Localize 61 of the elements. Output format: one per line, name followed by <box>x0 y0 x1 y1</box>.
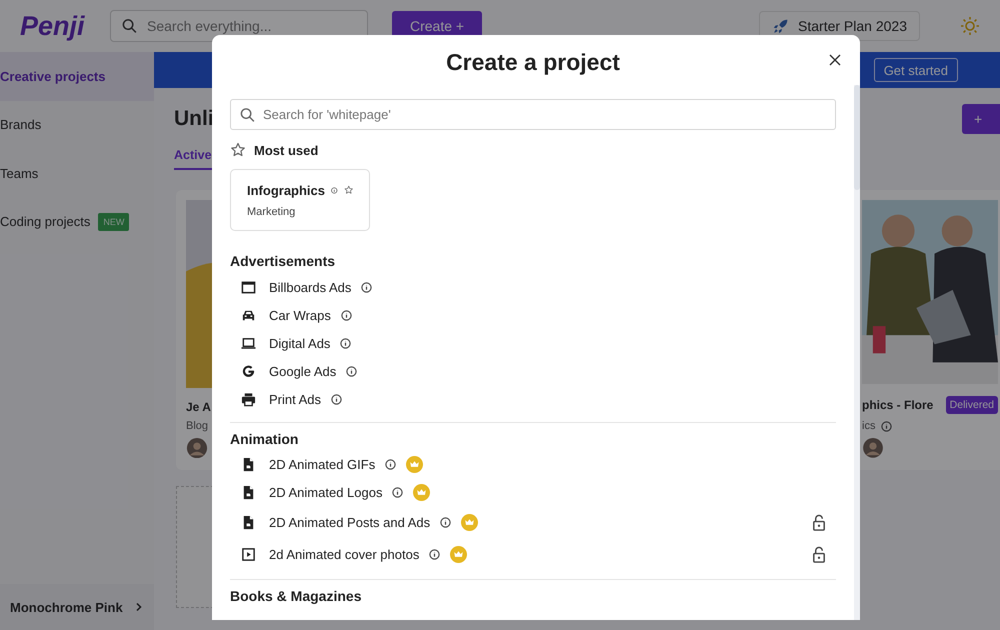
laptop-icon <box>241 336 256 351</box>
avatar <box>186 438 208 458</box>
star-icon[interactable] <box>230 142 246 158</box>
info-icon <box>881 420 892 432</box>
info-icon <box>340 310 352 321</box>
section-title: Animation <box>230 430 300 447</box>
card-title: Infographics <box>247 182 326 198</box>
rocket-icon <box>772 17 790 35</box>
info-icon <box>340 338 352 349</box>
card-title: Je A <box>186 400 211 414</box>
info-icon <box>385 459 396 470</box>
card-category: Marketing <box>247 206 296 218</box>
play-icon <box>241 547 256 562</box>
avatar <box>862 438 884 458</box>
card-category: ics <box>862 420 876 432</box>
info-icon <box>440 517 452 528</box>
section-title: Books & Magazines <box>230 588 362 604</box>
project-type-item[interactable]: Car Wraps <box>230 301 836 330</box>
sidebar-item[interactable]: Creative projects <box>0 52 154 100</box>
sidebar-item[interactable]: Coding projects NEW <box>0 198 154 246</box>
info-icon <box>429 549 440 560</box>
project-type-item[interactable]: 2D Animated GIFs <box>230 450 836 479</box>
info-icon <box>331 394 342 406</box>
search-icon <box>240 107 255 122</box>
info-icon <box>346 366 358 378</box>
card-title: phics - Flore <box>862 398 934 412</box>
logo[interactable]: Penji <box>20 10 86 42</box>
printer-icon <box>241 392 256 408</box>
page-title: Unli <box>174 107 214 131</box>
new-badge: NEW <box>98 212 130 231</box>
brand-selector[interactable]: Monochrome Pink <box>0 584 154 630</box>
get-started-button[interactable]: Get started <box>874 58 958 82</box>
info-icon <box>392 487 404 498</box>
google-icon <box>241 364 256 380</box>
search-field[interactable]: Search for 'whitepage' <box>230 99 836 130</box>
project-type-card[interactable]: Infographics Marketing <box>230 169 370 231</box>
project-type-item[interactable]: 2D Animated Logos <box>230 478 836 507</box>
close-icon[interactable] <box>829 54 841 66</box>
project-type-item[interactable]: Digital Ads <box>230 329 836 358</box>
section-title: Advertisements <box>230 253 336 269</box>
info-icon <box>331 184 338 196</box>
status-badge: Delivered <box>946 396 998 414</box>
search-icon <box>122 18 137 34</box>
chevron-right-icon <box>134 602 144 612</box>
dialog-title: Create a project <box>446 48 620 76</box>
project-type-item[interactable]: Print Ads <box>230 386 836 414</box>
file-icon <box>241 515 256 530</box>
file-icon <box>241 457 256 472</box>
project-type-item[interactable]: 2d Animated cover photos <box>230 538 836 571</box>
project-type-item[interactable]: Google Ads <box>230 358 836 386</box>
new-project-button[interactable]: + <box>962 104 1000 134</box>
project-type-item[interactable]: 2D Animated Posts and Ads <box>230 506 836 539</box>
scrollbar-thumb[interactable] <box>854 85 860 190</box>
file-icon <box>241 485 256 500</box>
card-category: Blog <box>186 420 208 432</box>
sidebar-item[interactable]: Teams <box>0 149 154 198</box>
section-title: Most used <box>254 142 318 158</box>
window-icon <box>241 280 256 295</box>
info-icon <box>361 282 372 293</box>
project-type-item[interactable]: Billboards Ads <box>230 273 836 302</box>
sidebar-item[interactable]: Brands <box>0 100 154 149</box>
